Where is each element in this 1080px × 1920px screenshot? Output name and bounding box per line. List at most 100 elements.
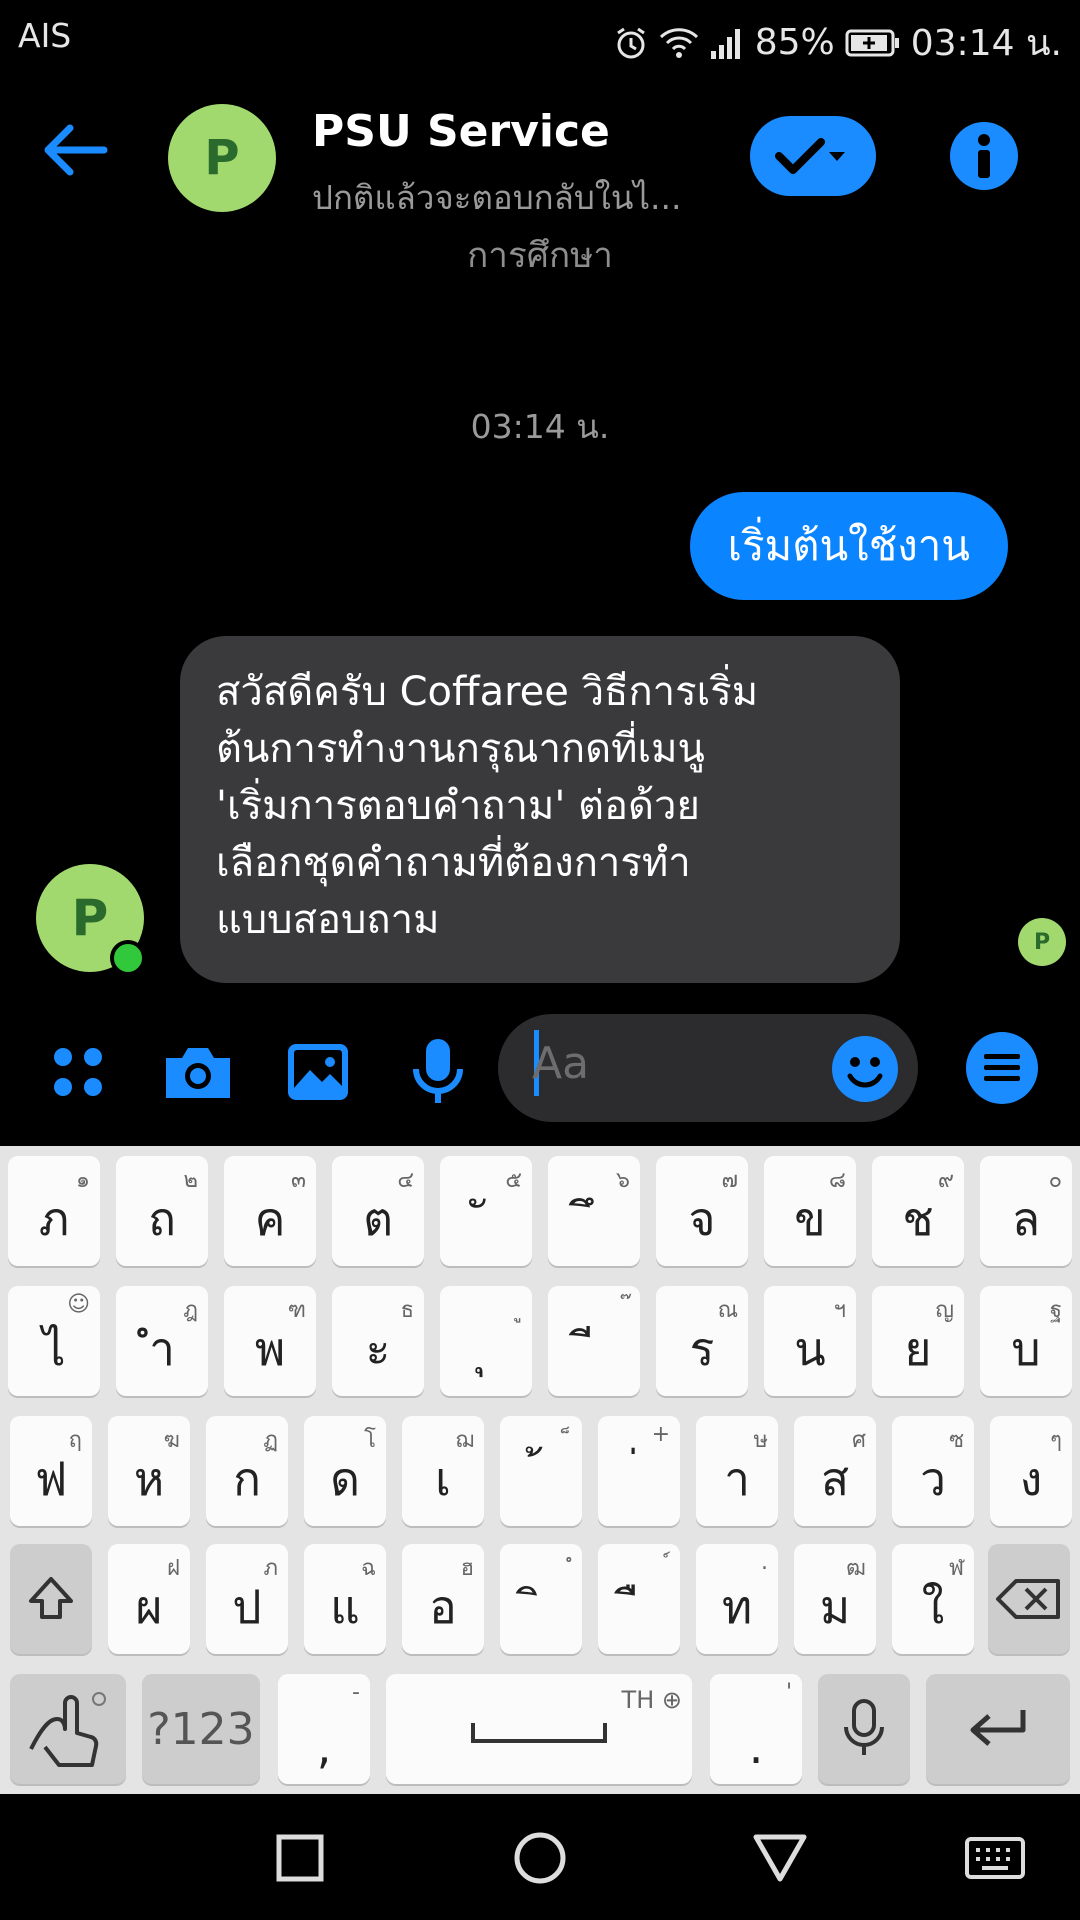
- key-row3-0[interactable]: ฤฟ: [10, 1416, 92, 1526]
- key-label: ้: [500, 1443, 582, 1516]
- space-key[interactable]: TH ⊕: [386, 1674, 692, 1784]
- key-row1-2[interactable]: ๓ค: [224, 1156, 316, 1266]
- key-label: ย: [904, 1322, 932, 1376]
- enter-key[interactable]: [926, 1674, 1070, 1784]
- key-label: ั: [440, 1183, 532, 1256]
- key-row1-9[interactable]: ๐ล: [980, 1156, 1072, 1266]
- key-row3-2[interactable]: ฏก: [206, 1416, 288, 1526]
- page-category: การศึกษา: [467, 236, 613, 276]
- menu-button[interactable]: [966, 1032, 1038, 1104]
- shift-key[interactable]: [10, 1544, 92, 1654]
- key-row2-5[interactable]: ๊ี: [548, 1286, 640, 1396]
- key-label: ถ: [148, 1192, 176, 1246]
- keyboard-icon: [965, 1837, 1025, 1879]
- key-row2-3[interactable]: ธะ: [332, 1286, 424, 1396]
- key-row3-7[interactable]: ษา: [696, 1416, 778, 1526]
- key-label: น: [794, 1322, 826, 1376]
- key-row4-8[interactable]: ฬใ: [892, 1544, 974, 1654]
- key-row4-6[interactable]: .ท: [696, 1544, 778, 1654]
- key-row3-10[interactable]: ๆง: [990, 1416, 1072, 1526]
- back-button[interactable]: [40, 120, 128, 192]
- key-label: ม: [819, 1580, 851, 1634]
- emoji-button[interactable]: [832, 1036, 898, 1102]
- period-key[interactable]: ' .: [710, 1674, 802, 1784]
- key-label: อ: [429, 1580, 457, 1634]
- key-row4-1[interactable]: ภป: [206, 1544, 288, 1654]
- key-label: แ: [330, 1580, 360, 1634]
- key-label: ฟ: [34, 1452, 68, 1506]
- key-label: พ: [254, 1322, 286, 1376]
- key-row3-6[interactable]: +่: [598, 1416, 680, 1526]
- key-row1-1[interactable]: ๒ถ: [116, 1156, 208, 1266]
- key-row1-0[interactable]: ๑ภ: [8, 1156, 100, 1266]
- home-button[interactable]: [510, 1828, 570, 1888]
- key-row4-5[interactable]: ์ื: [598, 1544, 680, 1654]
- key-row2-6[interactable]: ณร: [656, 1286, 748, 1396]
- key-label: ผ: [135, 1580, 163, 1634]
- camera-button[interactable]: [158, 1032, 238, 1112]
- key-row4-7[interactable]: ฒม: [794, 1544, 876, 1654]
- key-row2-1[interactable]: ฎำ: [116, 1286, 208, 1396]
- verify-button[interactable]: [750, 116, 876, 196]
- recents-button[interactable]: [270, 1828, 330, 1888]
- key-row1-3[interactable]: ๔ต: [332, 1156, 424, 1266]
- contact-name[interactable]: PSU Service: [312, 106, 610, 157]
- key-row4-4[interactable]: ํิ: [500, 1544, 582, 1654]
- symbols-key[interactable]: ?123: [142, 1674, 260, 1784]
- keyboard-toggle-button[interactable]: [960, 1828, 1030, 1888]
- comma-key[interactable]: - ,: [278, 1674, 370, 1784]
- key-row4-2[interactable]: ฉแ: [304, 1544, 386, 1654]
- apps-button[interactable]: [38, 1032, 118, 1112]
- spacebar-icon: [471, 1723, 607, 1743]
- gesture-settings-key[interactable]: [10, 1674, 126, 1784]
- key-row2-0[interactable]: ☺ ไ: [8, 1286, 100, 1396]
- key-row3-3[interactable]: โด: [304, 1416, 386, 1526]
- message-line: เลือกชุดคำถามที่ต้องการทำ: [216, 840, 691, 886]
- key-row2-7[interactable]: ฯน: [764, 1286, 856, 1396]
- contact-avatar[interactable]: P: [168, 104, 276, 212]
- key-row4-0[interactable]: ฝผ: [108, 1544, 190, 1654]
- outgoing-message[interactable]: เริ่มต้นใช้งาน: [689, 492, 1008, 600]
- key-label: ุ: [440, 1313, 532, 1386]
- key-label: ว: [920, 1452, 946, 1506]
- key-label: บ: [1011, 1322, 1041, 1376]
- message-timestamp: 03:14 น.: [470, 407, 610, 446]
- incoming-message[interactable]: สวัสดีครับ Coffaree วิธีการเริ่ม ต้นการท…: [180, 636, 900, 983]
- key-row3-8[interactable]: ศส: [794, 1416, 876, 1526]
- message-line: แบบสอบถาม: [216, 897, 440, 943]
- image-icon: [288, 1044, 348, 1100]
- key-label: ื: [598, 1571, 680, 1644]
- back-nav-button[interactable]: [750, 1828, 810, 1888]
- key-row1-6[interactable]: ๗จ: [656, 1156, 748, 1266]
- message-line: ต้นการทำงานกรุณากดที่เมนู: [216, 726, 705, 772]
- back-arrow-icon: [44, 124, 108, 176]
- checkmark-dropdown-icon: [775, 138, 845, 174]
- gallery-button[interactable]: [278, 1032, 358, 1112]
- key-row2-9[interactable]: ฐบ: [980, 1286, 1072, 1396]
- key-label: ค: [254, 1192, 286, 1246]
- clock: 03:14 น.: [910, 23, 1062, 64]
- key-row1-5[interactable]: ๖ึ: [548, 1156, 640, 1266]
- key-row3-5[interactable]: ็้: [500, 1416, 582, 1526]
- voice-button[interactable]: [398, 1032, 478, 1112]
- key-row2-8[interactable]: ญย: [872, 1286, 964, 1396]
- voice-input-key[interactable]: [818, 1674, 910, 1784]
- system-nav-bar: [0, 1794, 1080, 1920]
- message-line: 'เริ่มการตอบคำถาม' ต่อด้วย: [216, 783, 700, 829]
- backspace-key[interactable]: [988, 1544, 1070, 1654]
- key-row2-4[interactable]: ูุ: [440, 1286, 532, 1396]
- key-row3-1[interactable]: ฆห: [108, 1416, 190, 1526]
- key-row4-3[interactable]: ฮอ: [402, 1544, 484, 1654]
- key-label: ง: [1019, 1452, 1043, 1506]
- camera-icon: [166, 1048, 230, 1098]
- key-row2-2[interactable]: ฑพ: [224, 1286, 316, 1396]
- key-row3-4[interactable]: ฌเ: [402, 1416, 484, 1526]
- emoji-icon: [847, 1057, 883, 1088]
- key-row3-9[interactable]: ซว: [892, 1416, 974, 1526]
- key-label: ึ: [548, 1183, 640, 1256]
- key-row1-8[interactable]: ๙ช: [872, 1156, 964, 1266]
- key-row1-7[interactable]: ๘ข: [764, 1156, 856, 1266]
- key-row1-4[interactable]: ๕ั: [440, 1156, 532, 1266]
- period-key-label: .: [748, 1720, 764, 1774]
- info-button[interactable]: [950, 122, 1018, 190]
